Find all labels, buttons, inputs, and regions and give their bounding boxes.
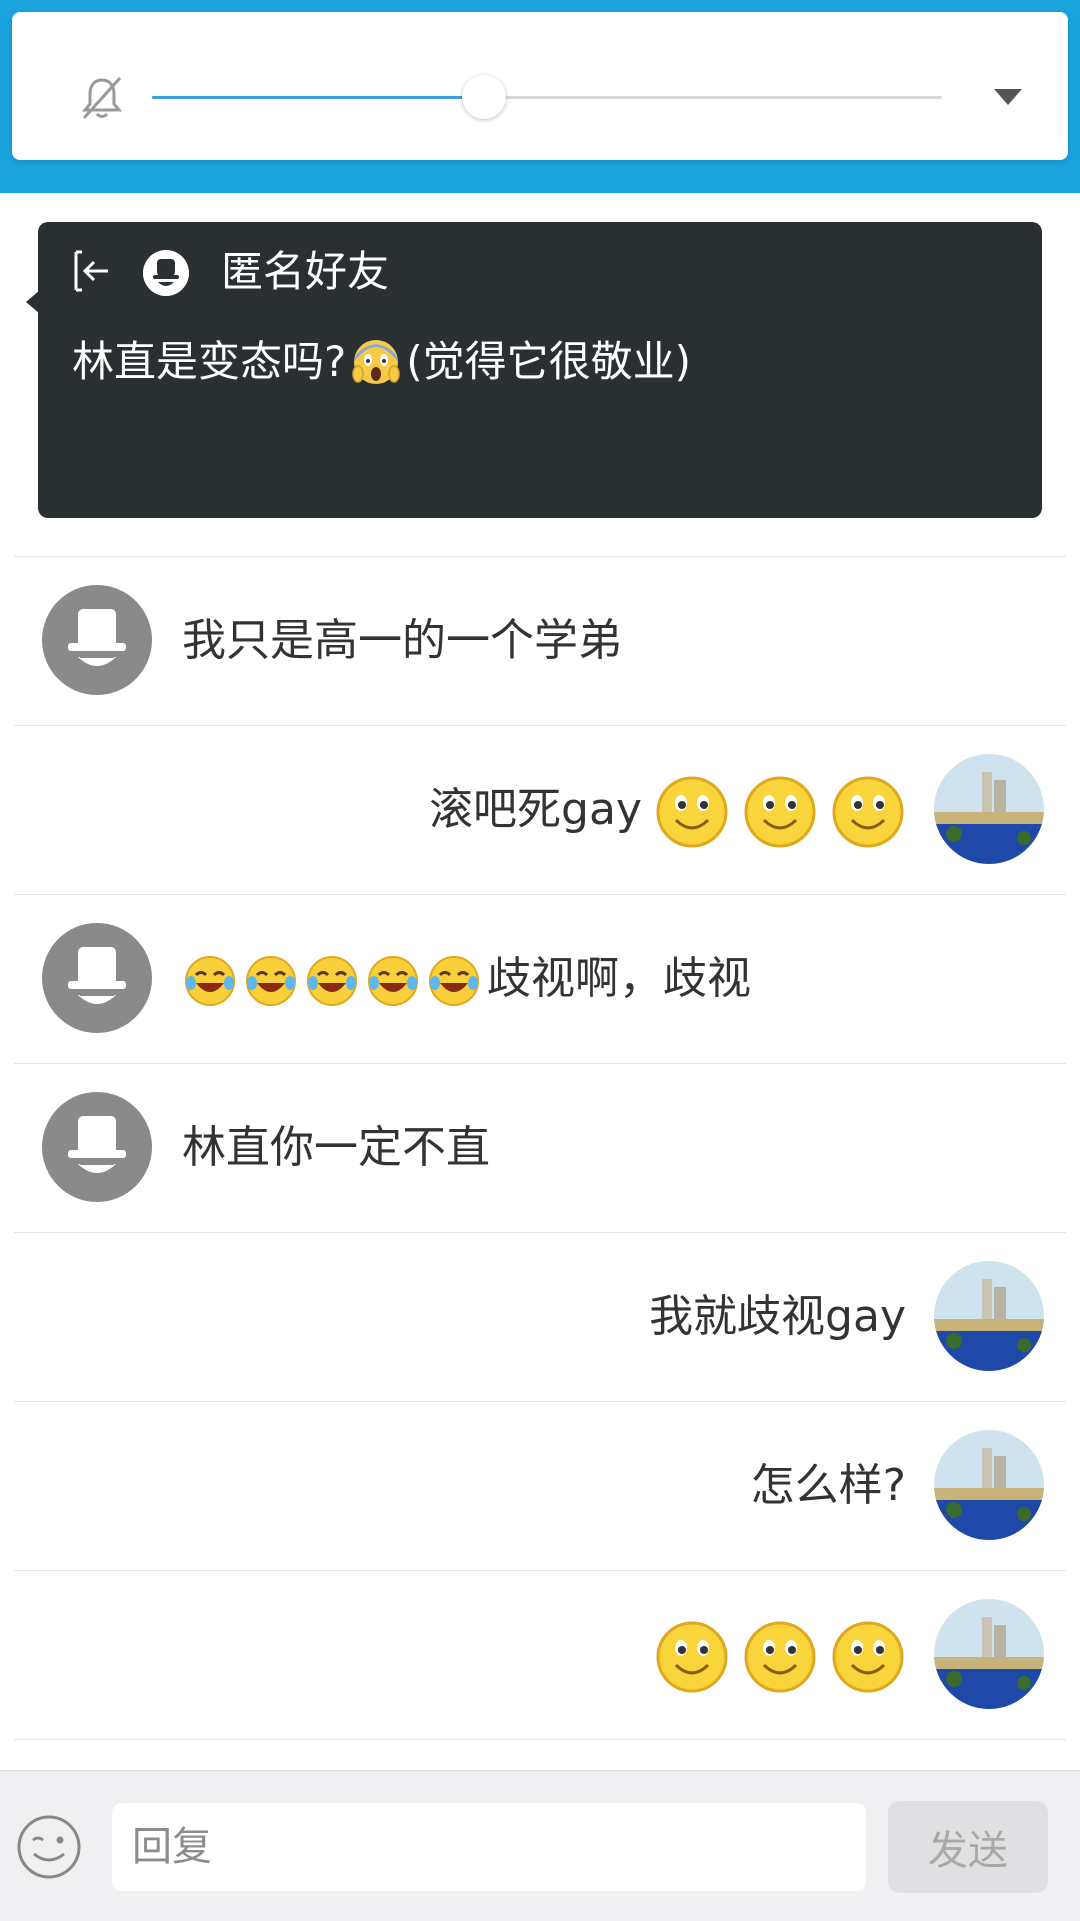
- smile-emoji: [832, 776, 904, 848]
- notification-message-suffix: (觉得它很敬业): [406, 337, 692, 386]
- laugh-cry-emoji: [307, 956, 357, 1006]
- anonymous-icon: [68, 1116, 126, 1173]
- volume-slider-thumb[interactable]: [461, 75, 506, 119]
- message-text: 滚吧死gay: [429, 784, 642, 835]
- laugh-cry-emoji: [368, 956, 418, 1006]
- avatar-photo: [934, 1261, 1044, 1371]
- message-row[interactable]: 怎么样?: [14, 1402, 1066, 1571]
- message-content: [642, 1571, 906, 1739]
- anonymous-icon: [143, 250, 189, 296]
- message-text: 怎么样?: [750, 1460, 906, 1511]
- notification-message: 林直是变态吗? (觉得它很敬业): [72, 332, 691, 392]
- message-row[interactable]: 我只是高一的一个学弟: [14, 557, 1066, 726]
- volume-slider[interactable]: [152, 75, 942, 119]
- message-row[interactable]: 我就歧视gay: [14, 1233, 1066, 1402]
- avatar-anonymous[interactable]: [42, 923, 152, 1033]
- smile-emoji: [832, 1621, 904, 1693]
- send-button[interactable]: 发送: [888, 1801, 1048, 1893]
- message-content: 滚吧死gay: [429, 726, 906, 894]
- laugh-cry-emoji: [246, 956, 296, 1006]
- avatar-user[interactable]: [934, 1261, 1044, 1371]
- laugh-cry-emoji: [429, 956, 479, 1006]
- message-text: 林直你一定不直: [182, 1122, 490, 1173]
- chevron-down-icon[interactable]: [992, 86, 1024, 108]
- scream-emoji: [352, 340, 401, 384]
- notification-sender: 匿名好友: [221, 247, 390, 296]
- top-status-strip: [0, 0, 1080, 193]
- reply-bar: 发送: [0, 1770, 1080, 1921]
- reply-input[interactable]: [112, 1803, 866, 1891]
- laugh-cry-emoji: [185, 956, 235, 1006]
- avatar-photo: [934, 754, 1044, 864]
- smile-emoji: [744, 1621, 816, 1693]
- avatar-photo: [934, 1430, 1044, 1540]
- avatar-user[interactable]: [934, 1430, 1044, 1540]
- message-row[interactable]: 滚吧死gay: [14, 726, 1066, 895]
- emoji-picker-icon[interactable]: [16, 1814, 82, 1880]
- message-content: 歧视啊，歧视: [182, 895, 751, 1063]
- message-row[interactable]: 歧视啊，歧视: [14, 895, 1066, 1064]
- volume-slider-fill: [152, 96, 484, 99]
- message-text: 我就歧视gay: [649, 1291, 906, 1342]
- smile-emoji: [656, 776, 728, 848]
- volume-panel: [12, 12, 1068, 160]
- anonymous-icon: [68, 609, 126, 666]
- message-row[interactable]: [14, 1571, 1066, 1740]
- smile-emoji: [744, 776, 816, 848]
- avatar-user[interactable]: [934, 754, 1044, 864]
- bell-muted-icon[interactable]: [76, 72, 128, 124]
- avatar-photo: [934, 1599, 1044, 1709]
- message-row[interactable]: 林直你一定不直: [14, 1064, 1066, 1233]
- message-text: 我只是高一的一个学弟: [182, 615, 622, 666]
- message-text: 歧视啊，歧视: [487, 953, 751, 1004]
- avatar-anonymous[interactable]: [42, 1092, 152, 1202]
- avatar-anonymous[interactable]: [42, 585, 152, 695]
- smile-emoji: [656, 1621, 728, 1693]
- anonymous-icon: [68, 947, 126, 1004]
- back-arrow-icon[interactable]: [68, 248, 114, 294]
- notification-message-text: 林直是变态吗?: [72, 337, 347, 386]
- message-notification[interactable]: 匿名好友 林直是变态吗? (觉得它很敬业): [38, 222, 1042, 518]
- avatar-user[interactable]: [934, 1599, 1044, 1709]
